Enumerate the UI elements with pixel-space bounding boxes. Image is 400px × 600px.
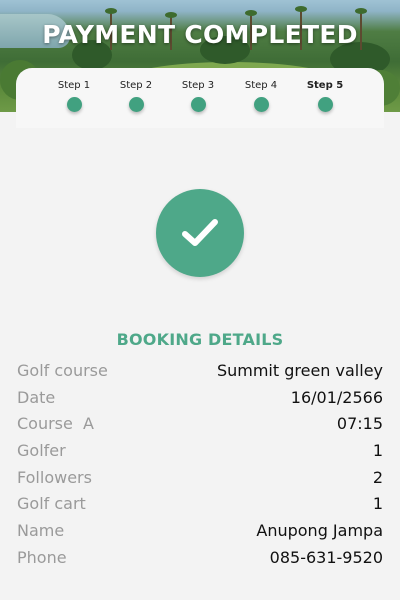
- detail-row-name: Name Anupong Jampa: [17, 521, 383, 548]
- detail-label: Followers: [17, 467, 92, 487]
- detail-label: Phone: [17, 547, 67, 567]
- step-dot: [317, 97, 333, 112]
- step-dot: [128, 97, 144, 112]
- step-5[interactable]: Step 5: [295, 80, 355, 112]
- step-1[interactable]: Step 1: [44, 80, 104, 112]
- step-dot: [66, 97, 82, 112]
- step-2[interactable]: Step 2: [106, 80, 166, 112]
- detail-label: Golf course: [17, 361, 108, 380]
- check-icon: [182, 219, 218, 246]
- detail-value: 07:15: [336, 414, 383, 434]
- palm-tree: [355, 8, 367, 14]
- step-label: Step 3: [181, 80, 215, 91]
- detail-row-date: Date 16/01/2566: [17, 388, 383, 415]
- detail-value: 16/01/2566: [290, 387, 383, 407]
- detail-row-golfer: Golfer 1: [17, 441, 383, 468]
- success-badge: [156, 189, 244, 277]
- detail-value: Anupong Jampa: [256, 521, 383, 541]
- palm-tree: [165, 12, 177, 18]
- detail-label: Date: [17, 387, 56, 407]
- detail-row-golf-cart: Golf cart 1: [17, 494, 383, 521]
- detail-value: 1: [372, 494, 383, 514]
- detail-row-golf-course: Golf course Summit green valley: [17, 361, 383, 388]
- booking-details-title: BOOKING DETAILS: [116, 330, 284, 349]
- step-label: Step 4: [244, 80, 278, 91]
- step-3[interactable]: Step 3: [168, 80, 228, 112]
- detail-row-followers: Followers 2: [17, 468, 383, 495]
- booking-details-list: Golf course Summit green valley Date 16/…: [17, 361, 383, 575]
- step-4[interactable]: Step 4: [231, 80, 291, 112]
- step-label: Step 2: [119, 80, 153, 91]
- detail-label: Course A: [17, 414, 94, 434]
- palm-tree: [245, 10, 257, 16]
- step-dot: [190, 97, 206, 112]
- detail-row-phone: Phone 085-631-9520: [17, 548, 383, 575]
- detail-value: 1: [372, 441, 383, 461]
- step-dot: [253, 97, 269, 112]
- detail-value: 085-631-9520: [269, 547, 383, 567]
- step-label: Step 1: [57, 80, 91, 91]
- palm-tree: [105, 8, 117, 14]
- detail-row-course: Course A 07:15: [17, 414, 383, 441]
- detail-value: Summit green valley: [216, 361, 383, 380]
- step-label: Step 5: [306, 80, 344, 91]
- progress-stepper: Step 1 Step 2 Step 3 Step 4 Step 5: [16, 68, 384, 128]
- page-title: PAYMENT COMPLETED: [42, 20, 358, 49]
- palm-tree: [295, 6, 307, 12]
- detail-label: Golfer: [17, 441, 66, 461]
- detail-label: Name: [17, 521, 65, 541]
- detail-value: 2: [372, 467, 383, 487]
- detail-label: Golf cart: [17, 494, 86, 514]
